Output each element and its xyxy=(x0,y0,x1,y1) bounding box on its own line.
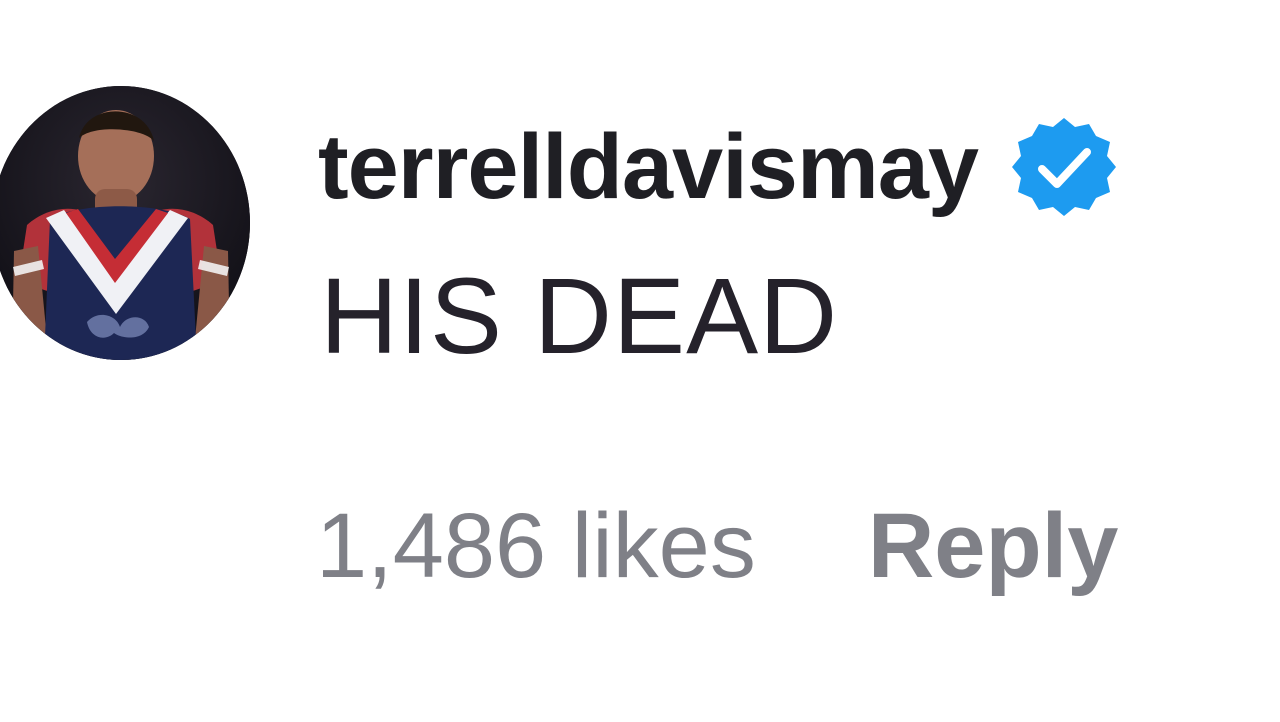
likes-count[interactable]: 1,486 likes xyxy=(316,500,756,592)
reply-button[interactable]: Reply xyxy=(868,500,1119,592)
comment-header: terrelldavismay xyxy=(318,112,1117,222)
verified-badge-icon xyxy=(1012,115,1117,219)
comment-text: HIS DEAD xyxy=(320,255,839,376)
comment-item: terrelldavismay HIS DEAD 1,486 likes Rep… xyxy=(0,0,1280,722)
comment-actions: 1,486 likes Reply xyxy=(316,500,1118,592)
username[interactable]: terrelldavismay xyxy=(318,121,979,213)
avatar[interactable] xyxy=(0,86,250,360)
